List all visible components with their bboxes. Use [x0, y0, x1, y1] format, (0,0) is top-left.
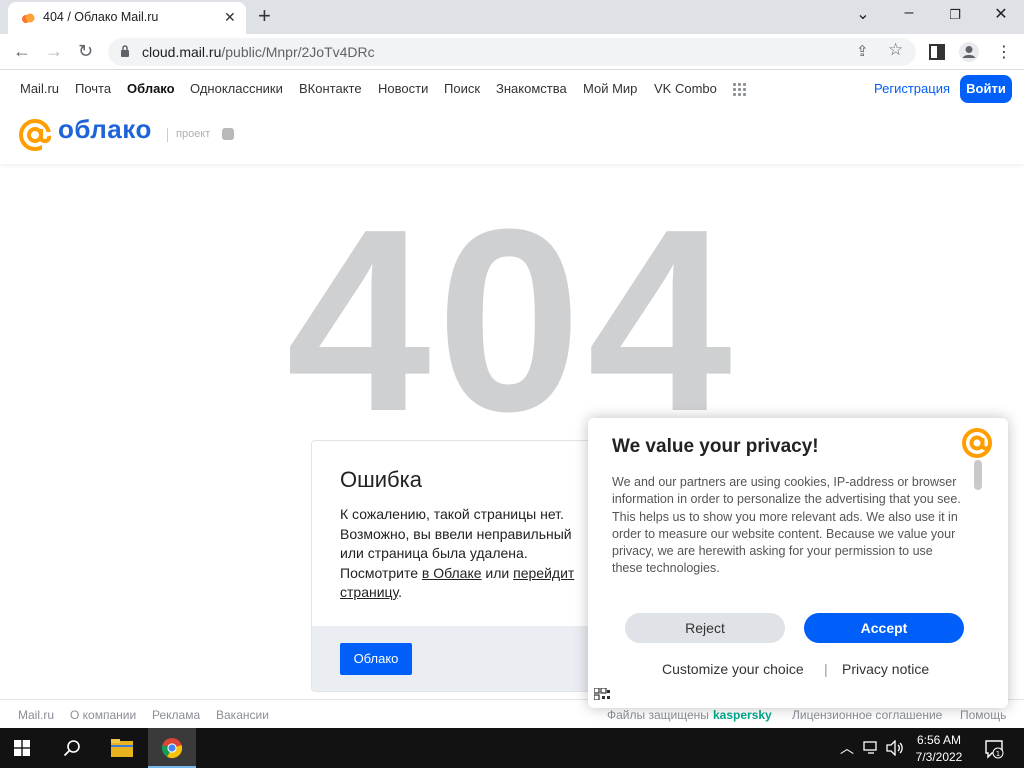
register-link[interactable]: Регистрация: [874, 81, 950, 96]
go-to-link[interactable]: перейдит: [513, 565, 574, 581]
browser-tab-strip: 404 / Облако Mail.ru ✕ + ⌄ – ❐ ✕: [0, 0, 1024, 34]
url-path: /public/Mnpr/2JoTv4DRc: [221, 44, 375, 60]
bookmark-star-icon[interactable]: ☆: [888, 40, 903, 60]
tab-search-chevron-icon[interactable]: ⌄: [840, 4, 886, 24]
reload-icon[interactable]: ↻: [78, 41, 93, 62]
kaspersky-logo[interactable]: kaspersky: [713, 708, 772, 722]
tray-overflow-chevron-icon[interactable]: ︿: [840, 738, 854, 778]
page-link[interactable]: страницу: [340, 584, 398, 600]
privacy-notice-link[interactable]: Privacy notice: [842, 661, 929, 677]
new-tab-icon[interactable]: +: [258, 5, 271, 27]
nav-link-mail[interactable]: Почта: [75, 81, 111, 96]
qr-code-icon[interactable]: [594, 688, 610, 700]
lock-icon: [121, 45, 129, 57]
chrome-icon: [161, 738, 183, 759]
volume-icon[interactable]: [886, 740, 904, 756]
footer-link-help[interactable]: Помощь: [960, 708, 1006, 722]
project-label: проект: [176, 128, 211, 140]
error-code: 404: [286, 176, 738, 466]
address-bar[interactable]: cloud.mail.ru/public/Mnpr/2JoTv4DRc ⇪ ☆: [108, 38, 916, 66]
logo-divider: [167, 128, 168, 142]
url-text: cloud.mail.ru/public/Mnpr/2JoTv4DRc: [142, 44, 375, 60]
nav-link-cloud[interactable]: Облако: [127, 81, 175, 96]
accept-button[interactable]: Accept: [804, 613, 964, 643]
browser-menu-icon[interactable]: ⋮: [996, 42, 1012, 62]
portal-navigation: Mail.ru Почта Облако Одноклассники ВКонт…: [0, 70, 1024, 108]
minimize-icon[interactable]: –: [886, 4, 932, 22]
footer-link-about[interactable]: О компании: [70, 708, 136, 722]
notification-center-icon[interactable]: 1: [984, 739, 1004, 759]
taskbar: ︿ 6:56 AM 7/3/2022 1: [0, 728, 1024, 768]
error-line-5-end: .: [398, 584, 403, 600]
footer-protected-label: Файлы защищены: [607, 708, 709, 722]
at-logo-icon[interactable]: [18, 118, 52, 152]
cloud-logo-text[interactable]: облако: [58, 114, 152, 145]
privacy-dialog: We value your privacy! We and our partne…: [588, 418, 1008, 708]
footer-link-jobs[interactable]: Вакансии: [216, 708, 269, 722]
at-logo-icon: [962, 428, 992, 458]
clock-date[interactable]: 7/3/2022: [912, 750, 966, 764]
nav-link-vk[interactable]: ВКонтакте: [299, 81, 362, 96]
window-close-icon[interactable]: ✕: [978, 4, 1024, 24]
restore-icon[interactable]: ❐: [932, 7, 978, 23]
network-icon[interactable]: [863, 741, 879, 755]
error-line-4-mid: или: [481, 564, 514, 581]
nav-link-myworld[interactable]: Мой Мир: [583, 81, 637, 96]
cloud-favicon-icon: [22, 13, 35, 23]
error-line-4-pre: Посмотрите: [340, 564, 422, 581]
file-explorer-icon[interactable]: [110, 738, 134, 758]
browser-tab[interactable]: 404 / Облако Mail.ru ✕: [8, 2, 246, 34]
login-button[interactable]: Войти: [960, 75, 1012, 103]
privacy-title: We value your privacy!: [612, 436, 819, 457]
nav-link-vkcombo[interactable]: VK Combo: [654, 81, 717, 96]
url-host: cloud.mail.ru: [142, 44, 222, 60]
search-icon[interactable]: [63, 739, 81, 757]
windows-start-icon[interactable]: [14, 740, 30, 756]
apps-grid-icon[interactable]: [732, 82, 748, 98]
customize-choice-link[interactable]: Customize your choice: [662, 661, 804, 677]
clock-time[interactable]: 6:56 AM: [912, 733, 966, 747]
nav-link-dating[interactable]: Знакомства: [496, 81, 567, 96]
side-panel-icon[interactable]: [929, 44, 945, 60]
back-arrow-icon[interactable]: ←: [13, 41, 31, 62]
nav-link-ok[interactable]: Одноклассники: [190, 81, 283, 96]
profile-avatar-icon[interactable]: [958, 41, 980, 63]
footer-link-ads[interactable]: Реклама: [152, 708, 200, 722]
nav-link-news[interactable]: Новости: [378, 81, 428, 96]
privacy-body: We and our partners are using cookies, I…: [612, 475, 961, 576]
footer-link-mailru[interactable]: Mail.ru: [18, 708, 54, 722]
forward-arrow-icon[interactable]: →: [45, 41, 63, 62]
tab-close-icon[interactable]: ✕: [224, 9, 236, 26]
error-title: Ошибка: [340, 467, 422, 492]
tab-title: 404 / Облако Mail.ru: [43, 10, 159, 24]
in-cloud-link[interactable]: в Облаке: [422, 565, 482, 581]
nav-link-search[interactable]: Поиск: [444, 81, 480, 96]
vk-badge-icon: [222, 128, 234, 140]
notification-count: 1: [996, 750, 1000, 758]
link-separator: |: [824, 661, 828, 677]
reject-button[interactable]: Reject: [625, 613, 785, 643]
nav-link-mailru[interactable]: Mail.ru: [20, 81, 59, 96]
cloud-header: облако проект: [0, 108, 1024, 164]
browser-toolbar: ← → ↻ cloud.mail.ru/public/Mnpr/2JoTv4DR…: [0, 34, 1024, 70]
chrome-taskbar-button[interactable]: [148, 728, 196, 768]
cloud-button[interactable]: Облако: [340, 643, 412, 675]
dialog-scrollbar[interactable]: [974, 460, 982, 490]
share-icon[interactable]: ⇪: [856, 42, 869, 60]
footer-link-license[interactable]: Лицензионное соглашение: [792, 708, 942, 722]
